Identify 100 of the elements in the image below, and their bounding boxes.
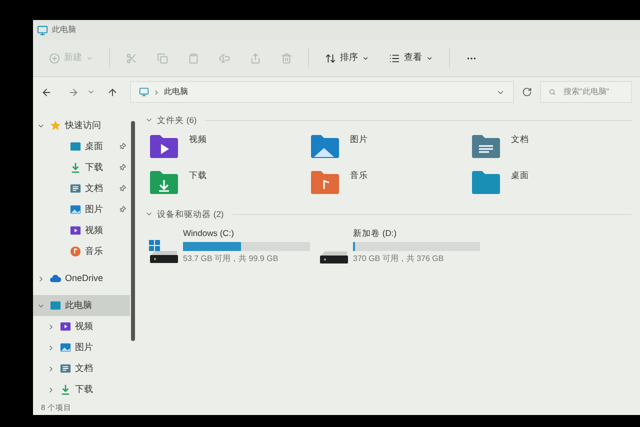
new-icon [49, 52, 60, 64]
folder-item[interactable]: 视频 [149, 133, 310, 161]
up-icon[interactable] [107, 86, 118, 98]
sidebar-label: 下载 [75, 382, 94, 396]
sidebar-item[interactable]: 音乐 [33, 241, 130, 262]
drive-icon [319, 250, 349, 264]
sidebar-item[interactable]: OneDrive [33, 268, 130, 289]
share-icon [250, 52, 261, 64]
chevron-right-icon[interactable] [37, 274, 45, 282]
document-icon [60, 363, 71, 374]
sidebar-item[interactable]: 快速访问 [33, 115, 130, 136]
picture-icon [60, 342, 71, 353]
video-icon [70, 225, 81, 236]
copy-icon [157, 52, 168, 64]
folder-item[interactable]: 图片 [310, 133, 471, 161]
folder-label: 图片 [350, 133, 368, 146]
section-title: 设备和驱动器 (2) [157, 208, 224, 220]
caret-icon [362, 54, 369, 62]
sidebar-label: 视频 [85, 224, 104, 237]
sidebar-item[interactable]: 文档 [33, 178, 130, 199]
sidebar-item[interactable]: 下载 [33, 379, 130, 400]
folder-item[interactable]: 下载 [149, 169, 310, 197]
sidebar-label: 文档 [85, 182, 104, 195]
download-icon [70, 162, 81, 173]
address-bar[interactable]: 此电脑 [130, 81, 514, 103]
folder-label: 视频 [189, 133, 207, 146]
back-icon[interactable] [41, 86, 52, 98]
trash-icon [281, 52, 292, 64]
video-icon [60, 321, 71, 332]
drive-item[interactable]: 新加卷 (D:) 370 GB 可用，共 376 GB [319, 227, 479, 265]
sidebar-label: OneDrive [65, 272, 104, 285]
sidebar-label: 桌面 [85, 140, 104, 153]
download-folder-icon [149, 169, 179, 195]
sort-button[interactable]: 排序 [317, 46, 377, 70]
sidebar-item[interactable]: 视频 [33, 220, 130, 241]
sidebar-label: 快速访问 [65, 118, 102, 132]
search-icon [549, 88, 556, 96]
chevron-down-icon[interactable] [145, 210, 153, 218]
capacity-reading: 370 GB 可用，共 376 GB [353, 252, 445, 265]
sidebar-item[interactable]: 文档 [33, 358, 130, 379]
desktop-folder-icon [471, 169, 501, 195]
document-icon [70, 183, 81, 194]
folder-label: 文档 [511, 133, 529, 146]
window-title: 此电脑 [52, 24, 76, 36]
music-icon [70, 246, 81, 257]
sidebar-item[interactable]: 视频 [33, 316, 130, 337]
cloud-icon [50, 273, 61, 284]
folder-label: 音乐 [350, 169, 368, 182]
folder-item[interactable]: 文档 [471, 133, 632, 161]
history-caret-icon[interactable] [87, 88, 95, 96]
drive-item[interactable]: Windows (C:) 53.7 GB 可用，共 99.9 GB [149, 227, 309, 265]
sidebar-label: 视频 [75, 320, 94, 333]
caret-icon [426, 54, 433, 62]
star-icon [50, 120, 61, 131]
forward-icon[interactable] [68, 86, 79, 98]
picture-folder-icon [310, 133, 340, 159]
document-folder-icon [471, 133, 501, 159]
chevron-down-icon[interactable] [145, 116, 153, 124]
sidebar-label: 此电脑 [65, 298, 93, 312]
list-icon [389, 52, 400, 64]
sidebar-label: 图片 [85, 202, 104, 216]
desktop-icon [70, 141, 81, 152]
sidebar-label: 文档 [75, 362, 94, 375]
breadcrumb-separator-icon [153, 88, 160, 96]
address-path: 此电脑 [164, 86, 189, 98]
capacity-reading: 53.7 GB 可用，共 99.9 GB [183, 252, 280, 265]
sidebar-item[interactable]: 图片 [33, 337, 130, 358]
sidebar-label: 图片 [75, 340, 94, 354]
sidebar-item[interactable]: 下载 [33, 157, 130, 178]
folder-item[interactable]: 桌面 [471, 169, 632, 197]
sidebar-item[interactable]: 此电脑 [33, 295, 130, 316]
drive-label: 新加卷 (D:) [353, 227, 398, 240]
search-input[interactable]: 搜索"此电脑" [563, 86, 623, 98]
section-title: 文件夹 (6) [157, 114, 197, 126]
chevron-right-icon[interactable] [47, 364, 55, 372]
drive-label: Windows (C:) [183, 227, 236, 240]
download-icon [60, 384, 71, 395]
refresh-icon[interactable] [522, 87, 532, 97]
picture-icon [70, 204, 81, 215]
view-button[interactable]: 查看 [381, 46, 441, 70]
folder-label: 下载 [189, 169, 207, 182]
sidebar-item[interactable]: 桌面 [33, 136, 130, 157]
video-folder-icon [149, 133, 179, 159]
music-folder-icon [310, 169, 340, 195]
folder-item[interactable]: 音乐 [310, 169, 471, 197]
scrollbar[interactable] [131, 121, 135, 341]
sidebar-label: 音乐 [85, 244, 104, 258]
sidebar-item[interactable]: 图片 [33, 199, 130, 220]
sidebar-label: 下载 [85, 160, 104, 174]
chevron-right-icon[interactable] [47, 344, 55, 352]
chevron-right-icon[interactable] [47, 386, 55, 394]
folder-label: 桌面 [511, 169, 529, 182]
rename-icon [219, 52, 230, 64]
clipboard-icon [188, 52, 199, 64]
caret-icon [86, 54, 93, 62]
search-field[interactable]: 搜索"此电脑" [540, 81, 632, 103]
system-drive-icon [149, 240, 179, 264]
scissors-icon [126, 52, 137, 64]
sort-icon [325, 52, 336, 64]
chevron-right-icon[interactable] [47, 322, 55, 330]
